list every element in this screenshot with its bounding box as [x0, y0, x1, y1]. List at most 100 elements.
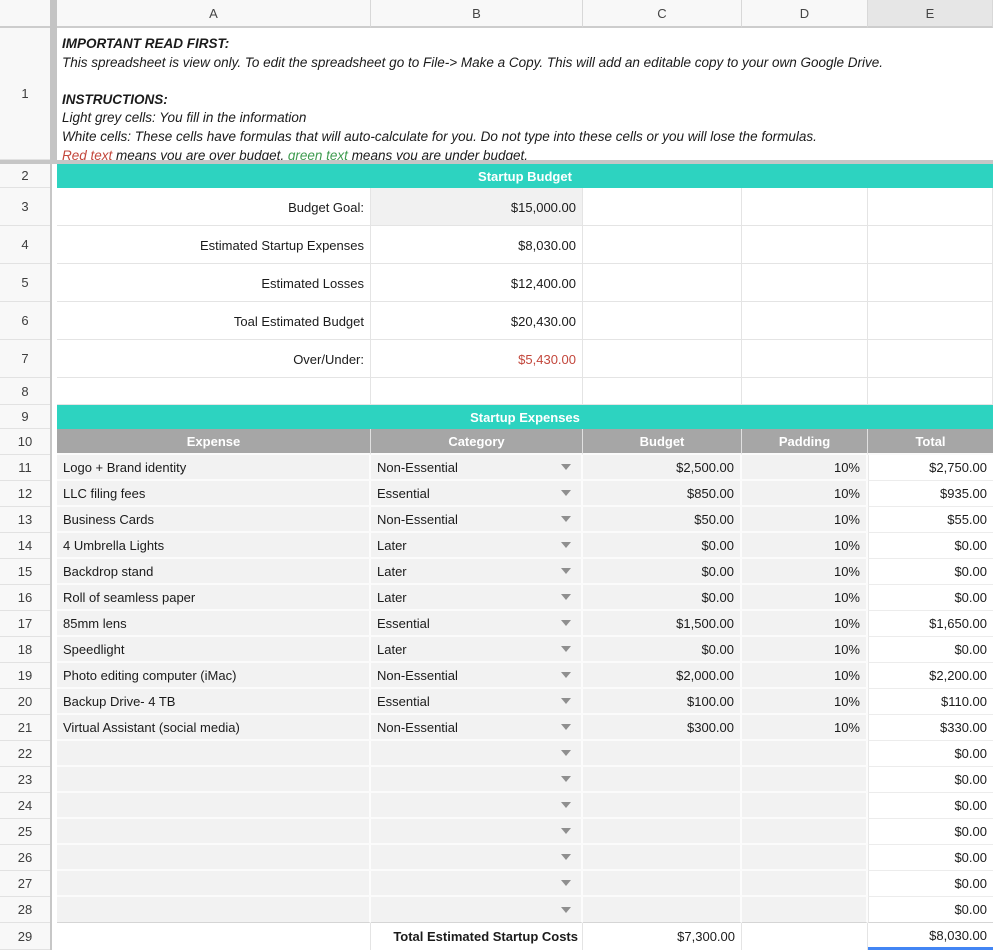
cell-empty[interactable] [371, 378, 583, 405]
dropdown-arrow-icon[interactable] [561, 880, 571, 886]
header-budget[interactable]: Budget [583, 429, 742, 455]
row-header-13[interactable]: 13 [0, 507, 50, 533]
cell-padding[interactable]: 10% [742, 585, 868, 611]
cell-expense[interactable]: Backdrop stand [57, 559, 371, 585]
dropdown-arrow-icon[interactable] [561, 620, 571, 626]
cell-budget[interactable]: $0.00 [583, 559, 742, 585]
cell-category[interactable]: Essential [371, 611, 583, 637]
cell-startup-expenses-label[interactable]: Estimated Startup Expenses [57, 226, 371, 264]
cell-padding[interactable]: 10% [742, 481, 868, 507]
cell-total[interactable]: $2,200.00 [868, 663, 993, 689]
dropdown-arrow-icon[interactable] [561, 516, 571, 522]
cell-empty[interactable] [742, 378, 868, 405]
cell-expense[interactable] [57, 845, 371, 871]
cell-padding[interactable]: 10% [742, 663, 868, 689]
cell-expense[interactable]: Virtual Assistant (social media) [57, 715, 371, 741]
cell-empty[interactable] [742, 923, 868, 950]
cell-total[interactable]: $330.00 [868, 715, 993, 741]
cell-budget[interactable]: $2,500.00 [583, 455, 742, 481]
row-header-4[interactable]: 4 [0, 226, 50, 264]
cell-empty[interactable] [57, 378, 371, 405]
cell-padding[interactable] [742, 741, 868, 767]
cell-total[interactable]: $0.00 [868, 871, 993, 897]
cell-total[interactable]: $0.00 [868, 559, 993, 585]
cell-empty[interactable] [583, 188, 742, 226]
cell-empty[interactable] [868, 378, 993, 405]
cell-budget[interactable]: $300.00 [583, 715, 742, 741]
cell-total[interactable]: $0.00 [868, 767, 993, 793]
row-header-26[interactable]: 26 [0, 845, 50, 871]
cell-padding[interactable] [742, 767, 868, 793]
cell-total-costs-label[interactable]: Total Estimated Startup Costs [371, 923, 583, 950]
dropdown-arrow-icon[interactable] [561, 594, 571, 600]
cell-total[interactable]: $0.00 [868, 533, 993, 559]
row-header-16[interactable]: 16 [0, 585, 50, 611]
dropdown-arrow-icon[interactable] [561, 672, 571, 678]
cell-empty[interactable] [583, 226, 742, 264]
cell-category[interactable] [371, 741, 583, 767]
cell-expense[interactable]: Backup Drive- 4 TB [57, 689, 371, 715]
cell-expense[interactable] [57, 741, 371, 767]
header-category[interactable]: Category [371, 429, 583, 455]
cell-category[interactable]: Later [371, 559, 583, 585]
cell-padding[interactable]: 10% [742, 611, 868, 637]
cell-total[interactable]: $0.00 [868, 897, 993, 923]
row-header-8[interactable]: 8 [0, 378, 50, 405]
cell-expense[interactable]: Business Cards [57, 507, 371, 533]
cell-category[interactable] [371, 845, 583, 871]
dropdown-arrow-icon[interactable] [561, 854, 571, 860]
cell-padding[interactable]: 10% [742, 455, 868, 481]
row-header-21[interactable]: 21 [0, 715, 50, 741]
row-header-2[interactable]: 2 [0, 164, 50, 188]
cell-category[interactable]: Non-Essential [371, 715, 583, 741]
cell-padding[interactable] [742, 819, 868, 845]
row-header-27[interactable]: 27 [0, 871, 50, 897]
header-padding[interactable]: Padding [742, 429, 868, 455]
dropdown-arrow-icon[interactable] [561, 698, 571, 704]
cell-category[interactable]: Essential [371, 481, 583, 507]
cell-category[interactable] [371, 897, 583, 923]
cell-empty[interactable] [742, 302, 868, 340]
cell-empty[interactable] [868, 264, 993, 302]
dropdown-arrow-icon[interactable] [561, 828, 571, 834]
cell-expense[interactable]: Logo + Brand identity [57, 455, 371, 481]
row-header-22[interactable]: 22 [0, 741, 50, 767]
cell-total-budget-label[interactable]: Toal Estimated Budget [57, 302, 371, 340]
header-expense[interactable]: Expense [57, 429, 371, 455]
cell-total[interactable]: $0.00 [868, 819, 993, 845]
cell-category[interactable]: Essential [371, 689, 583, 715]
cell-category[interactable] [371, 819, 583, 845]
cell-total[interactable]: $0.00 [868, 793, 993, 819]
row-header-17[interactable]: 17 [0, 611, 50, 637]
row-header-25[interactable]: 25 [0, 819, 50, 845]
row-header-5[interactable]: 5 [0, 264, 50, 302]
row-header-19[interactable]: 19 [0, 663, 50, 689]
cell-budget-goal-label[interactable]: Budget Goal: [57, 188, 371, 226]
row-header-9[interactable]: 9 [0, 405, 50, 429]
cell-budget[interactable] [583, 897, 742, 923]
cell-expense[interactable] [57, 767, 371, 793]
cell-padding[interactable] [742, 845, 868, 871]
cell-instructions[interactable]: IMPORTANT READ FIRST: This spreadsheet i… [57, 28, 993, 160]
cell-expense[interactable] [57, 897, 371, 923]
row-header-28[interactable]: 28 [0, 897, 50, 923]
cell-empty[interactable] [868, 188, 993, 226]
cell-category[interactable]: Non-Essential [371, 507, 583, 533]
cell-category[interactable] [371, 767, 583, 793]
row-header-3[interactable]: 3 [0, 188, 50, 226]
cell-empty[interactable] [57, 923, 371, 950]
cell-total[interactable]: $935.00 [868, 481, 993, 507]
cell-budget[interactable] [583, 767, 742, 793]
cell-expense[interactable]: Speedlight [57, 637, 371, 663]
cell-budget[interactable]: $0.00 [583, 533, 742, 559]
cell-total[interactable]: $2,750.00 [868, 455, 993, 481]
cell-padding[interactable] [742, 793, 868, 819]
cell-category[interactable] [371, 793, 583, 819]
cell-empty[interactable] [742, 340, 868, 378]
dropdown-arrow-icon[interactable] [561, 464, 571, 470]
cell-estimated-losses-label[interactable]: Estimated Losses [57, 264, 371, 302]
cell-startup-expenses-value[interactable]: $8,030.00 [371, 226, 583, 264]
cell-expense[interactable]: LLC filing fees [57, 481, 371, 507]
cell-empty[interactable] [742, 264, 868, 302]
cell-expense[interactable]: Photo editing computer (iMac) [57, 663, 371, 689]
